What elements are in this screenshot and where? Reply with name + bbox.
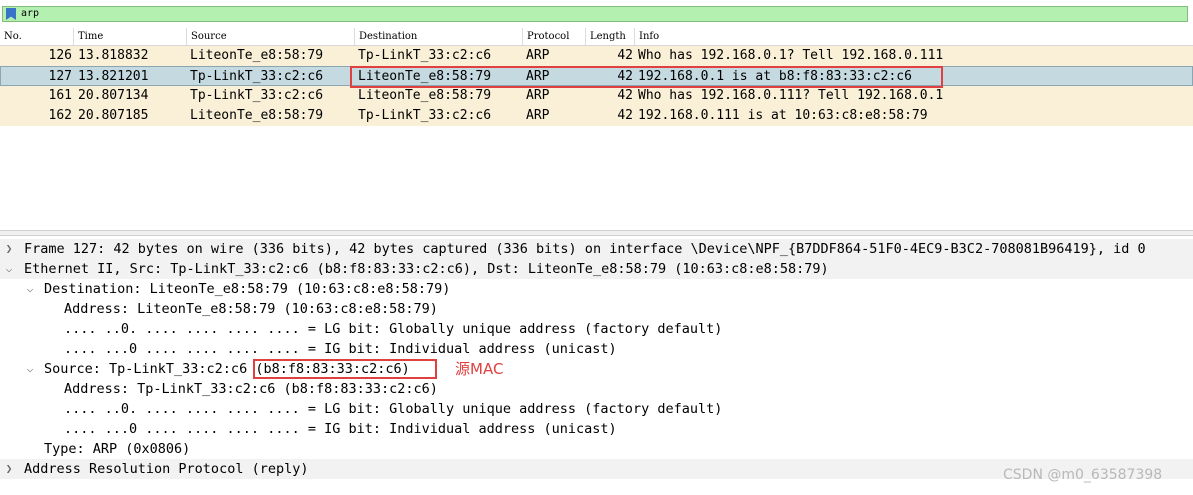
packet-row[interactable]: 162 20.807185 LiteonTe_e8:58:79 Tp-LinkT… — [0, 106, 1193, 126]
column-header-info[interactable]: Info — [635, 28, 1193, 45]
packet-info: Who has 192.168.0.1? Tell 192.168.0.111 — [638, 48, 944, 63]
packet-length: 42 — [617, 69, 633, 84]
packet-source: Tp-LinkT_33:c2:c6 — [190, 88, 324, 103]
detail-type-row[interactable]: Type: ARP (0x0806) — [0, 439, 1193, 459]
detail-text: Address: LiteonTe_e8:58:79 (10:63:c8:e8:… — [64, 301, 438, 317]
packet-protocol: ARP — [526, 88, 550, 103]
expand-arrow-icon[interactable]: ❯ — [3, 239, 15, 259]
column-header-source[interactable]: Source — [187, 28, 355, 45]
packet-length: 42 — [617, 88, 633, 103]
detail-source-row[interactable]: ⌵ Source: Tp-LinkT_33:c2:c6 (b8:f8:83:33… — [0, 359, 1193, 379]
packet-destination: Tp-LinkT_33:c2:c6 — [358, 108, 492, 123]
detail-dst-lg-bit-row[interactable]: .... ..0. .... .... .... .... = LG bit: … — [0, 319, 1193, 339]
column-header-no[interactable]: No. — [0, 28, 74, 45]
detail-text: Type: ARP (0x0806) — [44, 441, 191, 457]
packet-time: 13.821201 — [78, 69, 149, 84]
column-header-protocol[interactable]: Protocol — [523, 28, 586, 45]
packet-list-empty-area — [0, 126, 1193, 230]
detail-text: Destination: LiteonTe_e8:58:79 (10:63:c8… — [44, 281, 451, 297]
collapse-arrow-icon[interactable]: ⌵ — [24, 279, 36, 299]
detail-destination-row[interactable]: ⌵ Destination: LiteonTe_e8:58:79 (10:63:… — [0, 279, 1193, 299]
packet-no: 126 — [48, 48, 72, 63]
detail-dst-ig-bit-row[interactable]: .... ...0 .... .... .... .... = IG bit: … — [0, 339, 1193, 359]
packet-time: 20.807134 — [78, 88, 149, 103]
packet-protocol: ARP — [526, 69, 550, 84]
packet-info: 192.168.0.111 is at 10:63:c8:e8:58:79 — [638, 108, 928, 123]
detail-ethernet-row[interactable]: ⌵ Ethernet II, Src: Tp-LinkT_33:c2:c6 (b… — [0, 259, 1193, 279]
packet-source: Tp-LinkT_33:c2:c6 — [190, 69, 324, 84]
packet-no: 162 — [48, 108, 72, 123]
packet-info: Who has 192.168.0.111? Tell 192.168.0.1 — [638, 88, 944, 103]
detail-text: Address: Tp-LinkT_33:c2:c6 (b8:f8:83:33:… — [64, 381, 438, 397]
packet-source: LiteonTe_e8:58:79 — [190, 108, 324, 123]
detail-text: Address Resolution Protocol (reply) — [24, 461, 309, 477]
detail-src-ig-bit-row[interactable]: .... ...0 .... .... .... .... = IG bit: … — [0, 419, 1193, 439]
packet-destination: LiteonTe_e8:58:79 — [358, 69, 492, 84]
filter-text: arp — [21, 8, 40, 19]
expand-arrow-icon[interactable]: ❯ — [3, 459, 15, 479]
detail-dst-address-row[interactable]: Address: LiteonTe_e8:58:79 (10:63:c8:e8:… — [0, 299, 1193, 319]
packet-row[interactable]: 126 13.818832 LiteonTe_e8:58:79 Tp-LinkT… — [0, 46, 1193, 66]
packet-no: 127 — [48, 69, 72, 84]
column-header-length[interactable]: Length — [586, 28, 635, 45]
packet-time: 20.807185 — [78, 108, 149, 123]
watermark: CSDN @m0_63587398 — [1003, 467, 1163, 483]
packet-protocol: ARP — [526, 108, 550, 123]
detail-text: .... ...0 .... .... .... .... = IG bit: … — [64, 341, 617, 357]
packet-destination: LiteonTe_e8:58:79 — [358, 88, 492, 103]
packet-destination: Tp-LinkT_33:c2:c6 — [358, 48, 492, 63]
packet-row-selected[interactable]: 127 13.821201 Tp-LinkT_33:c2:c6 LiteonTe… — [0, 66, 1193, 86]
detail-text: .... ..0. .... .... .... .... = LG bit: … — [64, 321, 723, 337]
detail-text: Ethernet II, Src: Tp-LinkT_33:c2:c6 (b8:… — [24, 261, 829, 277]
packet-length: 42 — [617, 48, 633, 63]
detail-src-lg-bit-row[interactable]: .... ..0. .... .... .... .... = LG bit: … — [0, 399, 1193, 419]
bookmark-icon[interactable] — [6, 8, 16, 20]
packet-no: 161 — [48, 88, 72, 103]
column-header-destination[interactable]: Destination — [355, 28, 523, 45]
packet-time: 13.818832 — [78, 48, 149, 63]
detail-src-address-row[interactable]: Address: Tp-LinkT_33:c2:c6 (b8:f8:83:33:… — [0, 379, 1193, 399]
detail-text: .... ..0. .... .... .... .... = LG bit: … — [64, 401, 723, 417]
pane-splitter[interactable] — [0, 230, 1193, 236]
display-filter-bar: arp — [0, 0, 1193, 28]
collapse-arrow-icon[interactable]: ⌵ — [24, 359, 36, 379]
column-header-time[interactable]: Time — [74, 28, 187, 45]
detail-text: .... ...0 .... .... .... .... = IG bit: … — [64, 421, 617, 437]
packet-protocol: ARP — [526, 48, 550, 63]
display-filter-input[interactable]: arp — [2, 6, 1188, 22]
packet-info: 192.168.0.1 is at b8:f8:83:33:c2:c6 — [638, 69, 912, 84]
packet-length: 42 — [617, 108, 633, 123]
detail-frame-row[interactable]: ❯ Frame 127: 42 bytes on wire (336 bits)… — [0, 239, 1193, 259]
detail-text: Source: Tp-LinkT_33:c2:c6 (b8:f8:83:33:c… — [44, 361, 410, 377]
detail-text: Frame 127: 42 bytes on wire (336 bits), … — [24, 241, 1146, 257]
collapse-arrow-icon[interactable]: ⌵ — [3, 259, 15, 279]
packet-source: LiteonTe_e8:58:79 — [190, 48, 324, 63]
packet-list-header: No. Time Source Destination Protocol Len… — [0, 28, 1193, 46]
annotation-label: 源MAC — [455, 360, 504, 378]
packet-row[interactable]: 161 20.807134 Tp-LinkT_33:c2:c6 LiteonTe… — [0, 86, 1193, 106]
